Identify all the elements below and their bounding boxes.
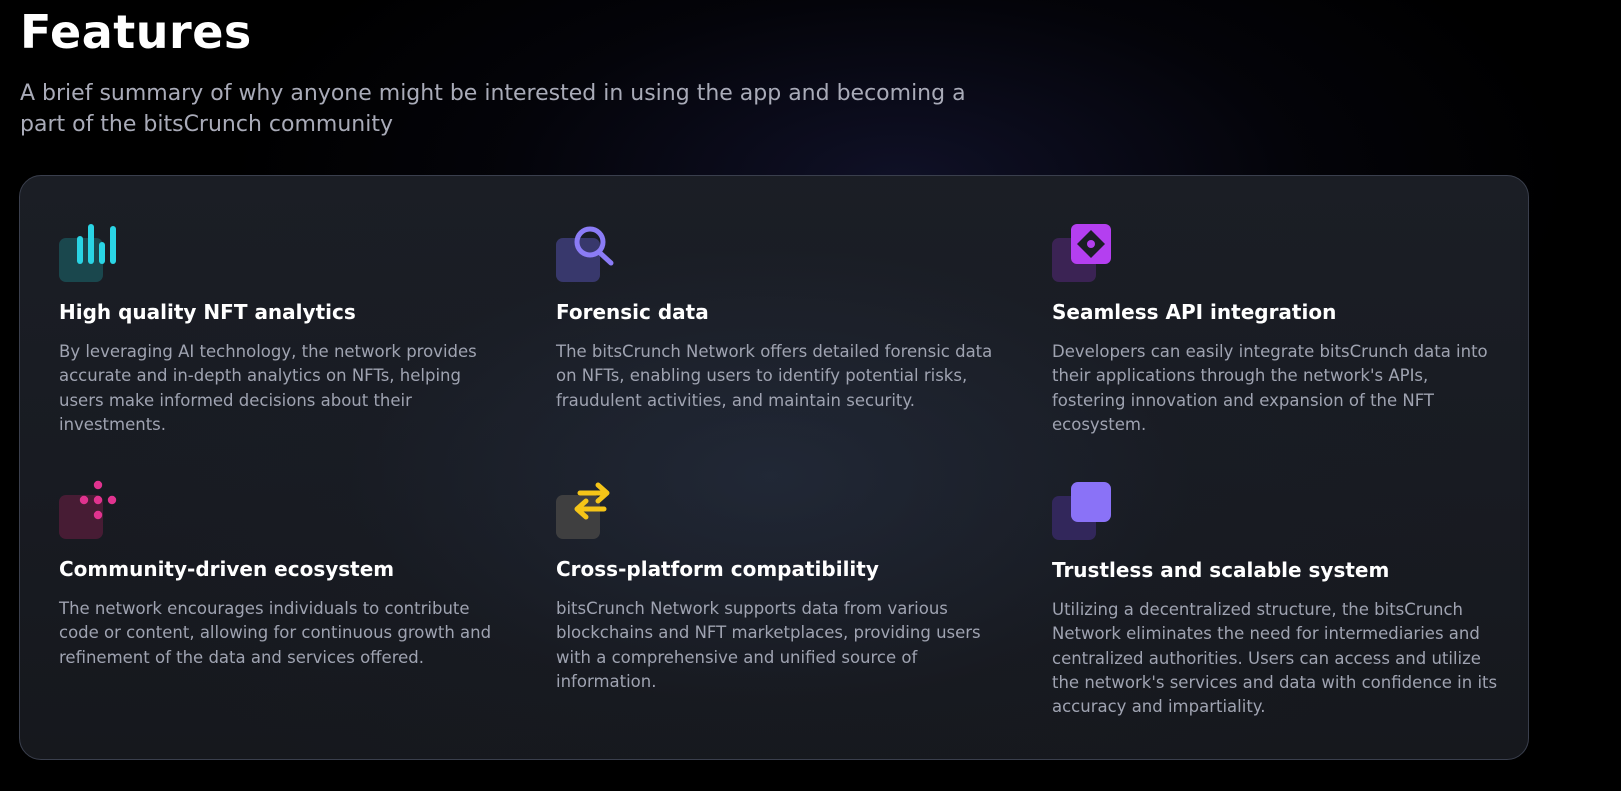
feature-description: Developers can easily integrate bitsCrun… [1052, 342, 1488, 434]
stacked-squares-icon [1052, 480, 1116, 544]
bar-chart-icon [59, 222, 123, 286]
feature-title: Seamless API integration [1052, 300, 1337, 324]
search-icon [556, 222, 620, 286]
feature-description: bitsCrunch Network supports data from va… [556, 599, 981, 691]
community-dots-icon [59, 479, 123, 543]
feature-description: Utilizing a decentralized structure, the… [1052, 600, 1498, 717]
page-subtitle: A brief summary of why anyone might be i… [20, 81, 966, 137]
feature-title: Forensic data [556, 300, 709, 324]
feature-description: The network encourages individuals to co… [59, 599, 492, 667]
feature-description: By leveraging AI technology, the network… [59, 342, 477, 434]
api-diamond-icon [1052, 222, 1116, 286]
feature-title: Community-driven ecosystem [59, 557, 395, 581]
feature-description: The bitsCrunch Network offers detailed f… [556, 342, 993, 410]
feature-title: Cross-platform compatibility [556, 557, 879, 581]
features-page: Features A brief summary of why anyone m… [0, 0, 1621, 791]
page-title: Features [20, 5, 252, 59]
feature-title: High quality NFT analytics [59, 300, 356, 324]
feature-title: Trustless and scalable system [1052, 558, 1390, 582]
swap-arrows-icon [556, 479, 620, 543]
